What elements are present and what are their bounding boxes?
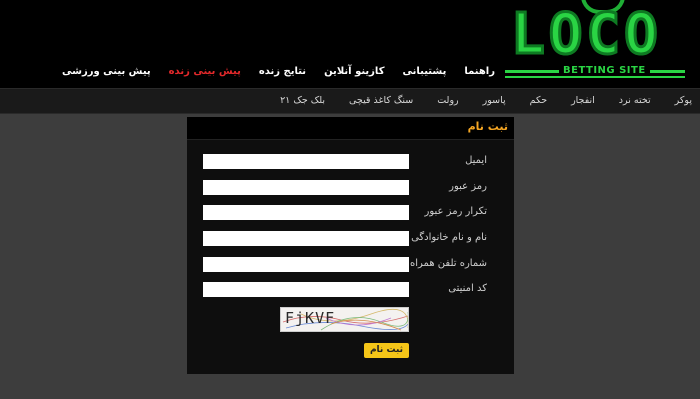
mobile-label: شماره تلفن همراه [410,258,487,269]
nav-item-help[interactable]: راهنما [464,66,495,77]
nav-item-live-results[interactable]: نتایج زنده [259,66,306,77]
form-row-password-repeat: تکرار رمز عبور [187,205,514,221]
panel-title: ثبت نام [467,120,508,133]
password-repeat-label: تکرار رمز عبور [424,206,487,217]
full-name-field[interactable] [203,231,409,246]
captcha-image: FjKVF [280,307,409,332]
email-field[interactable] [203,154,409,169]
games-nav: پوکر تخته نرد انفجار حکم پاسور رولت سنگ … [0,88,700,114]
form-row-security-code: کد امنیتی [187,282,514,298]
nav-item-online-casino[interactable]: کازینو آنلاین [324,66,384,77]
games-nav-item[interactable]: انفجار [571,95,595,106]
form-row-mobile: شماره تلفن همراه [187,257,514,273]
main-nav: پیش بینی ورزشی پیش بینی زنده نتایج زنده … [62,66,495,77]
site-logo[interactable]: LOCO BETTING SITE [505,0,695,88]
password-repeat-field[interactable] [203,205,409,220]
nav-item-support[interactable]: پشتیبانی [403,66,447,77]
form-row-full-name: نام و نام خانوادگی [187,231,514,247]
form-row-email: ایمیل [187,154,514,170]
games-nav-item[interactable]: پاسور [483,95,506,106]
panel-header: ثبت نام [187,117,514,140]
email-label: ایمیل [465,155,487,166]
games-nav-item[interactable]: بلک جک ۲۱ [280,95,325,106]
games-nav-item[interactable]: حکم [530,95,547,106]
registration-panel: ثبت نام ایمیل رمز عبور تکرار رمز عبور نا… [187,117,514,374]
register-button[interactable]: ثبت نام [364,343,409,358]
games-nav-item[interactable]: پوکر [675,95,692,106]
games-nav-item[interactable]: سنگ کاغذ قیچی [349,95,413,106]
site-header: LOCO BETTING SITE پیش بینی ورزشی پیش بین… [0,0,700,88]
security-code-label: کد امنیتی [448,283,487,294]
logo-text: LOCO [510,1,662,69]
captcha-text: FjKVF [285,309,336,327]
password-field[interactable] [203,180,409,195]
mobile-field[interactable] [203,257,409,272]
form-row-password: رمز عبور [187,180,514,196]
logo-divider [505,76,685,78]
logo-subtitle: BETTING SITE [559,65,650,76]
games-nav-item[interactable]: تخته نرد [619,95,651,106]
games-nav-item[interactable]: رولت [437,95,458,106]
full-name-label: نام و نام خانوادگی [411,232,487,243]
nav-item-live-betting[interactable]: پیش بینی زنده [169,66,241,77]
security-code-field[interactable] [203,282,409,297]
password-label: رمز عبور [449,181,487,192]
nav-item-sports-betting[interactable]: پیش بینی ورزشی [62,66,151,77]
